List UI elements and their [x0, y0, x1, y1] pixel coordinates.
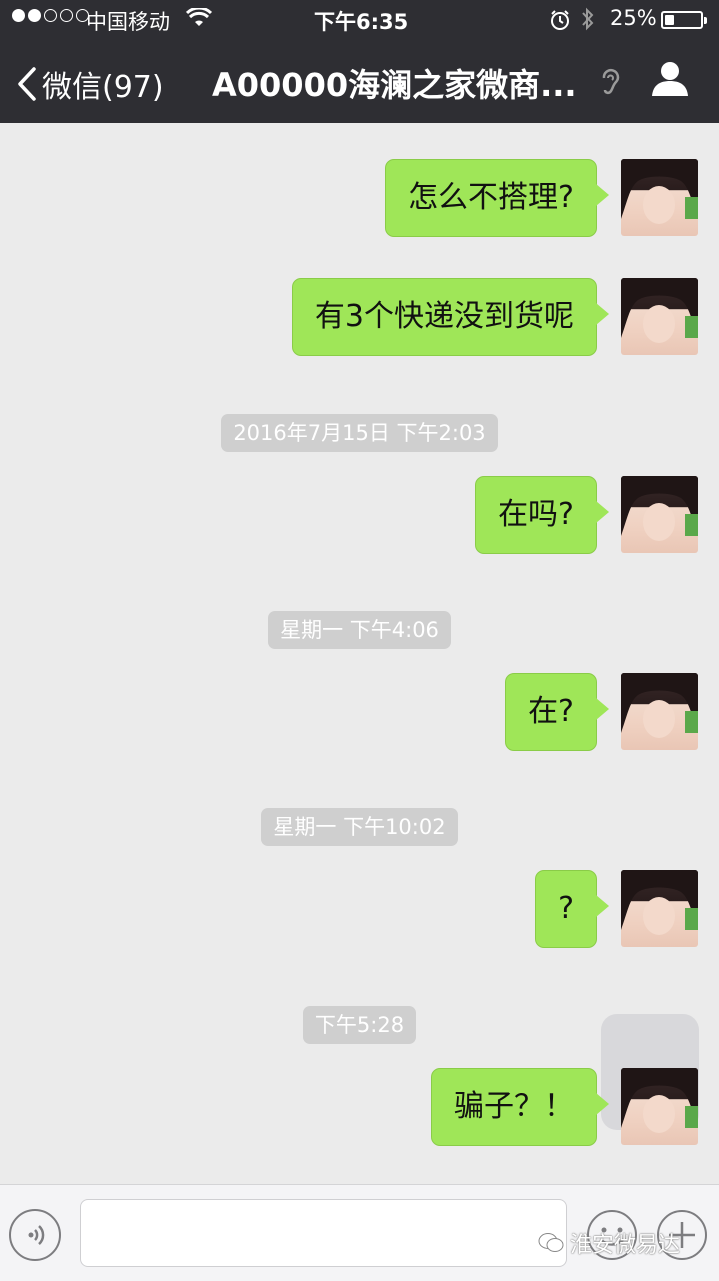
- message-row: 在吗?: [0, 476, 719, 556]
- voice-icon: [28, 1225, 45, 1245]
- chevron-left-icon: [18, 67, 36, 101]
- message-row: ?: [0, 870, 719, 950]
- avatar[interactable]: [621, 870, 698, 947]
- chat-info-button[interactable]: [650, 58, 690, 102]
- timestamp: 2016年7月15日 下午2:03: [0, 414, 719, 452]
- message-row: 有3个快递没到货呢: [0, 278, 719, 358]
- voice-input-button[interactable]: [9, 1209, 61, 1261]
- person-icon: [652, 62, 688, 96]
- avatar[interactable]: [621, 1068, 698, 1145]
- message-text: 怎么不搭理?: [408, 180, 574, 215]
- watermark: 淮安微易达: [538, 1227, 680, 1259]
- message-bubble[interactable]: 骗子？！: [431, 1068, 609, 1146]
- message-bubble[interactable]: 怎么不搭理?: [385, 159, 609, 237]
- message-text: 有3个快递没到货呢: [314, 299, 574, 334]
- signal-strength-icon: [12, 9, 89, 22]
- back-label: 微信(97): [42, 70, 164, 105]
- status-bar: 中国移动 下午6:35 25%: [0, 0, 719, 40]
- message-bubble[interactable]: 在吗?: [475, 476, 609, 554]
- message-bubble[interactable]: 在?: [505, 673, 609, 751]
- timestamp-label: 星期一 下午4:06: [268, 611, 451, 649]
- avatar[interactable]: [621, 159, 698, 236]
- chat-header: 微信(97) A00000海澜之家微商...: [0, 40, 719, 123]
- avatar[interactable]: [621, 673, 698, 750]
- message-row: 骗子？！: [0, 1068, 719, 1148]
- wechat-icon: [538, 1233, 564, 1252]
- message-bubble[interactable]: 有3个快递没到货呢: [291, 278, 609, 356]
- timestamp: 星期一 下午4:06: [0, 611, 719, 649]
- timestamp: 星期一 下午10:02: [0, 808, 719, 846]
- bluetooth-icon: [580, 6, 596, 37]
- earpiece-mode-icon: [598, 64, 622, 102]
- message-row: 在?: [0, 673, 719, 753]
- message-row: 怎么不搭理?: [0, 159, 719, 239]
- message-input[interactable]: [80, 1199, 567, 1267]
- message-text: ?: [558, 891, 574, 926]
- battery-icon: [661, 11, 707, 29]
- alarm-icon: [549, 9, 571, 36]
- message-text: 骗子？！: [454, 1089, 574, 1124]
- back-button[interactable]: 微信(97): [16, 62, 164, 106]
- carrier-name: 中国移动: [86, 10, 170, 34]
- status-time: 下午6:35: [314, 10, 409, 34]
- message-bubble[interactable]: ?: [535, 870, 609, 948]
- watermark-text: 淮安微易达: [570, 1233, 681, 1258]
- battery-percentage: 25%: [610, 6, 657, 30]
- timestamp-label: 2016年7月15日 下午2:03: [221, 414, 498, 452]
- wifi-icon: [185, 6, 213, 33]
- timestamp-label: 下午5:28: [302, 1006, 417, 1044]
- avatar[interactable]: [621, 278, 698, 355]
- avatar[interactable]: [621, 476, 698, 553]
- message-text: 在?: [528, 694, 574, 729]
- chat-title: A00000海澜之家微商...: [212, 66, 577, 104]
- timestamp-label: 星期一 下午10:02: [261, 808, 458, 846]
- message-text: 在吗?: [498, 497, 574, 532]
